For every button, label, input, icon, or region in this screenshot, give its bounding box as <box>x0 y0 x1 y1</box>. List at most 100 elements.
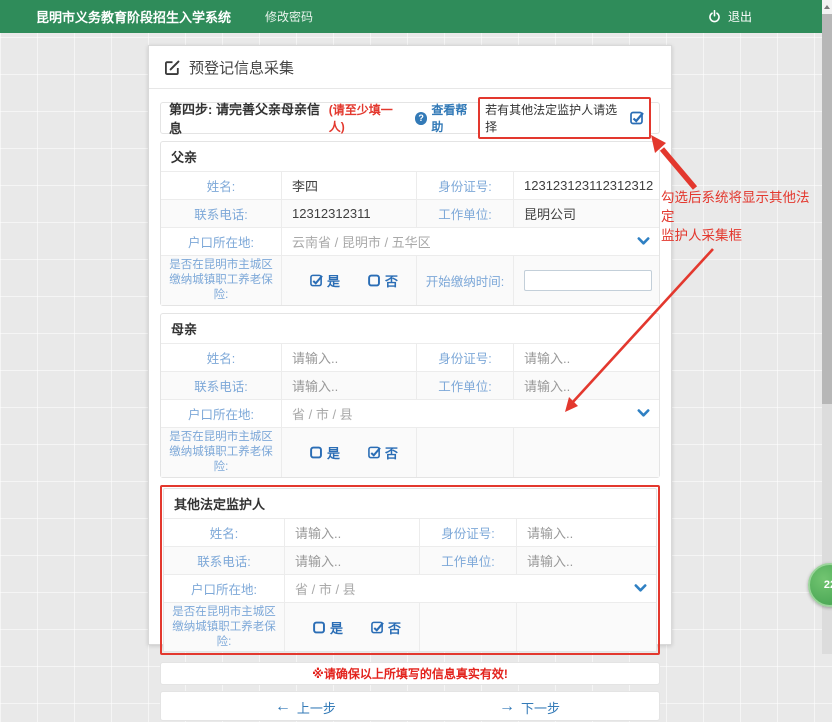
edit-icon <box>164 59 181 76</box>
chevron-down-icon[interactable] <box>634 584 647 593</box>
mother-work-field[interactable]: 请输入.. <box>513 372 659 399</box>
guardian-name-field[interactable]: 请输入.. <box>284 519 419 546</box>
father-work-field[interactable]: 昆明公司 <box>513 200 659 227</box>
triangle-up-icon <box>824 5 830 9</box>
vertical-scrollbar[interactable] <box>822 0 832 654</box>
mother-name-field[interactable]: 请输入.. <box>281 344 416 371</box>
phone-label: 联系电话: <box>161 200 281 227</box>
pre-registration-page: { "navbar": { "brand": "昆明市义务教育阶段招生入学系统"… <box>0 0 832 654</box>
yes-label: 是 <box>327 271 340 290</box>
name-label: 姓名: <box>161 172 281 199</box>
panel-body: 第四步: 请完善父亲母亲信息 (请至少填一人) ? 查看帮助 若有其他法定监护人… <box>149 89 671 721</box>
other-guardian-toggle[interactable]: 若有其他法定监护人请选择 <box>478 97 651 139</box>
father-row-name: 姓名: 李四 身份证号: 123123123112312312 <box>161 172 659 199</box>
father-insurance-yes[interactable]: 是 <box>310 271 340 290</box>
mother-row-residence: 户口所在地: 省 / 市 / 县 <box>161 399 659 427</box>
father-residence-value: 云南省 / 昆明市 / 五华区 <box>292 232 431 251</box>
guardian-row-residence: 户口所在地: 省 / 市 / 县 <box>164 574 656 602</box>
power-icon <box>708 10 728 23</box>
residence-label: 户口所在地: <box>161 228 281 255</box>
father-section-title: 父亲 <box>161 142 659 172</box>
mother-insurance-no[interactable]: 否 <box>368 443 398 462</box>
father-section: 父亲 姓名: 李四 身份证号: 123123123112312312 联系电话:… <box>160 141 660 306</box>
annotation-note-line1: 勾选后系统将显示其他法定 <box>661 189 811 227</box>
guardian-id-field[interactable]: 请输入.. <box>516 519 656 546</box>
warning-text: ※请确保以上所填写的信息真实有效! <box>312 665 508 682</box>
yes-label: 是 <box>330 618 343 637</box>
floating-badge-text: 22 <box>824 579 832 591</box>
start-time-cell <box>513 256 659 305</box>
father-row-residence: 户口所在地: 云南省 / 昆明市 / 五华区 <box>161 227 659 255</box>
panel-header: 预登记信息采集 <box>149 46 671 89</box>
chevron-down-icon[interactable] <box>637 409 650 418</box>
guardian-highlight-outline: 其他法定监护人 姓名: 请输入.. 身份证号: 请输入.. 联系电话: 请输入.… <box>160 485 660 656</box>
father-row-insurance: 是否在昆明市主城区缴纳城镇职工养老保险: 是 否 开始缴纳时间: <box>161 255 659 305</box>
mother-phone-field[interactable]: 请输入.. <box>281 372 416 399</box>
annotation-note: 勾选后系统将显示其他法定 监护人采集框 <box>661 189 811 246</box>
mother-insurance-yes[interactable]: 是 <box>310 443 340 462</box>
guardian-row-insurance: 是否在昆明市主城区缴纳城镇职工养老保险: 是 否 <box>164 602 656 652</box>
scrollbar-thumb[interactable] <box>822 14 832 404</box>
guardian-work-field[interactable]: 请输入.. <box>516 547 656 574</box>
guardian-row-phone: 联系电话: 请输入.. 工作单位: 请输入.. <box>164 546 656 574</box>
help-link[interactable]: ? 查看帮助 <box>415 101 478 135</box>
step-title: 第四步: 请完善父亲母亲信息 <box>169 99 329 137</box>
chevron-down-icon[interactable] <box>637 237 650 246</box>
father-row-phone: 联系电话: 12312312311 工作单位: 昆明公司 <box>161 199 659 227</box>
id-label: 身份证号: <box>416 172 513 199</box>
guardian-residence-value: 省 / 市 / 县 <box>295 579 356 598</box>
mother-section-title: 母亲 <box>161 314 659 344</box>
father-insurance-no[interactable]: 否 <box>368 271 398 290</box>
help-label: 查看帮助 <box>431 101 478 135</box>
mother-row-insurance: 是否在昆明市主城区缴纳城镇职工养老保险: 是 否 <box>161 427 659 477</box>
checkbox-empty-icon <box>313 621 326 634</box>
work-label: 工作单位: <box>416 372 513 399</box>
empty-cell <box>419 603 516 652</box>
guardian-residence-select[interactable]: 省 / 市 / 县 <box>284 575 656 602</box>
logout-button[interactable]: 退出 <box>708 8 752 25</box>
father-residence-select[interactable]: 云南省 / 昆明市 / 五华区 <box>281 228 659 255</box>
guardian-insurance-yes[interactable]: 是 <box>313 618 343 637</box>
step-header: 第四步: 请完善父亲母亲信息 (请至少填一人) ? 查看帮助 若有其他法定监护人… <box>160 102 660 134</box>
annotation-note-line2: 监护人采集框 <box>661 227 811 246</box>
prev-step-button[interactable]: ← 上一步 <box>275 692 336 722</box>
guardian-phone-field[interactable]: 请输入.. <box>284 547 419 574</box>
mother-id-field[interactable]: 请输入.. <box>513 344 659 371</box>
mother-section: 母亲 姓名: 请输入.. 身份证号: 请输入.. 联系电话: 请输入.. 工作单… <box>160 313 660 478</box>
insurance-label: 是否在昆明市主城区缴纳城镇职工养老保险: <box>164 603 284 652</box>
step-hint: (请至少填一人) <box>329 101 407 135</box>
yes-label: 是 <box>327 443 340 462</box>
phone-label: 联系电话: <box>161 372 281 399</box>
next-step-label: 下一步 <box>521 698 560 717</box>
mother-residence-value: 省 / 市 / 县 <box>292 404 353 423</box>
father-phone-field[interactable]: 12312312311 <box>281 200 416 227</box>
start-time-label: 开始缴纳时间: <box>416 256 513 305</box>
logout-label: 退出 <box>728 8 752 25</box>
next-step-button[interactable]: → 下一步 <box>499 692 560 722</box>
start-time-input[interactable] <box>524 270 652 291</box>
insurance-label: 是否在昆明市主城区缴纳城镇职工养老保险: <box>161 428 281 477</box>
guardian-section: 其他法定监护人 姓名: 请输入.. 身份证号: 请输入.. 联系电话: 请输入.… <box>163 488 657 653</box>
mother-residence-select[interactable]: 省 / 市 / 县 <box>281 400 659 427</box>
father-name-field[interactable]: 李四 <box>281 172 416 199</box>
no-label: 否 <box>385 271 398 290</box>
name-label: 姓名: <box>161 344 281 371</box>
floating-badge[interactable]: 22 <box>808 563 832 607</box>
id-label: 身份证号: <box>416 344 513 371</box>
residence-label: 户口所在地: <box>164 575 284 602</box>
checkbox-checked-icon <box>310 274 323 287</box>
app-title: 昆明市义务教育阶段招生入学系统 <box>36 7 231 26</box>
change-password-link[interactable]: 修改密码 <box>265 8 313 25</box>
empty-cell <box>416 428 513 477</box>
father-id-field[interactable]: 123123123112312312 <box>513 172 659 199</box>
checkbox-checked-icon[interactable] <box>630 111 644 125</box>
insurance-label: 是否在昆明市主城区缴纳城镇职工养老保险: <box>161 256 281 305</box>
phone-label: 联系电话: <box>164 547 284 574</box>
empty-cell <box>513 428 659 477</box>
checkbox-checked-icon <box>368 446 381 459</box>
scroll-up-button[interactable] <box>822 0 832 14</box>
guardian-insurance-no[interactable]: 否 <box>371 618 401 637</box>
prev-step-label: 上一步 <box>297 698 336 717</box>
warning-box: ※请确保以上所填写的信息真实有效! <box>160 662 660 685</box>
top-navbar: 昆明市义务教育阶段招生入学系统 修改密码 退出 <box>0 0 832 33</box>
